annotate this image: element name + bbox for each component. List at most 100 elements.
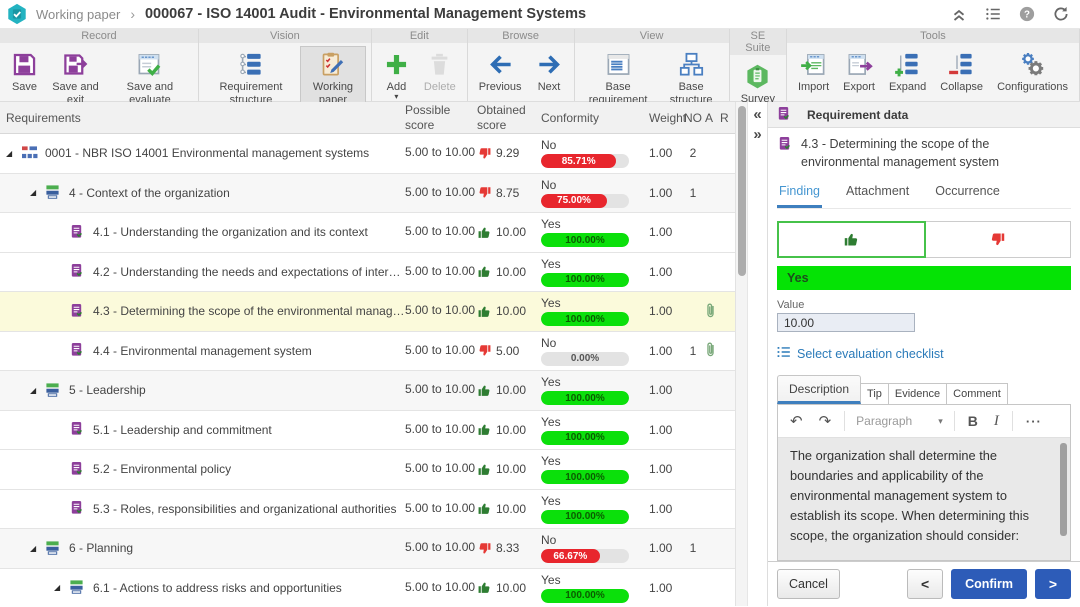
collapse-button[interactable]: Collapse xyxy=(934,46,989,96)
obtained-score-cell: 10.00 xyxy=(496,581,526,595)
table-row[interactable]: ◢ 6.1 - Actions to address risks and opp… xyxy=(0,569,735,607)
editor-tab-comment[interactable]: Comment xyxy=(946,383,1008,404)
button-label: Configurations xyxy=(997,81,1068,94)
table-row[interactable]: 4.4 - Environmental management system 5.… xyxy=(0,332,735,372)
ribbon-toolbar: RecordSaveSave and exitSave and evaluate… xyxy=(0,28,1080,102)
table-row[interactable]: 5.2 - Environmental policy 5.00 to 10.00… xyxy=(0,450,735,490)
editor-scrollbar[interactable] xyxy=(1060,443,1067,536)
thumb-up-icon xyxy=(477,501,492,516)
next-requirement-button[interactable]: > xyxy=(1035,569,1071,599)
save-and-exit-button[interactable]: Save and exit xyxy=(46,46,105,108)
tab-occurrence[interactable]: Occurrence xyxy=(933,180,1002,208)
editor-tab-description[interactable]: Description xyxy=(777,375,861,404)
panel-expand-icon[interactable]: « xyxy=(753,108,761,122)
conformity-cell: Yes 100.00% xyxy=(541,454,649,484)
tree-expander-icon[interactable]: ◢ xyxy=(30,188,45,197)
description-paragraph: a) the external and internal issues refe… xyxy=(790,558,1050,560)
add-button[interactable]: Add▾ xyxy=(377,46,416,102)
conformity-label: Yes xyxy=(541,454,649,468)
configurations-button[interactable]: Configurations xyxy=(991,46,1074,96)
next-button[interactable]: Next xyxy=(530,46,569,96)
conformity-label: Yes xyxy=(541,573,649,587)
breadcrumb[interactable]: Working paper xyxy=(36,7,120,22)
table-row[interactable]: ◢ 4 - Context of the organization 5.00 t… xyxy=(0,174,735,214)
panel-title: Requirement data xyxy=(807,108,908,122)
paperclip-icon[interactable] xyxy=(705,347,716,361)
table-header-row: Requirements Possible score Obtained sco… xyxy=(0,102,735,134)
bold-button[interactable]: B xyxy=(962,411,984,431)
requirement-structure-button[interactable]: Requirement structure xyxy=(204,46,298,108)
tree-expander-icon[interactable]: ◢ xyxy=(54,583,69,592)
redo-icon[interactable]: ↷ xyxy=(813,410,838,432)
base-requirement-button[interactable]: Base requirement xyxy=(580,46,657,108)
no-count-cell: 1 xyxy=(681,186,705,200)
tab-finding[interactable]: Finding xyxy=(777,180,822,208)
ribbon-group-title: Record xyxy=(0,29,198,43)
export-button[interactable]: Export xyxy=(837,46,881,96)
conformity-bar: 100.00% xyxy=(541,312,629,326)
conformity-percent: 66.67% xyxy=(553,551,587,562)
working-paper-button[interactable]: Working paper xyxy=(300,46,366,108)
tab-attachment[interactable]: Attachment xyxy=(844,180,911,208)
checklist-icon xyxy=(777,345,791,362)
possible-score-cell: 5.00 to 10.00 xyxy=(405,185,477,201)
ribbon-group-title: Browse xyxy=(468,29,574,43)
table-row[interactable]: 5.3 - Roles, responsibilities and organi… xyxy=(0,490,735,530)
conformity-label: No xyxy=(541,138,649,152)
thumb-up-button[interactable] xyxy=(777,221,926,258)
conformity-cell: Yes 100.00% xyxy=(541,415,649,445)
select-evaluation-checklist-link[interactable]: Select evaluation checklist xyxy=(777,345,1071,362)
survey-button[interactable]: Survey xyxy=(735,58,781,108)
panel-tabs: Finding Attachment Occurrence xyxy=(777,180,1071,209)
more-tools-icon[interactable]: ··· xyxy=(1020,412,1048,431)
thumb-down-icon xyxy=(477,146,492,161)
editor-tab-evidence[interactable]: Evidence xyxy=(888,383,947,404)
thumb-down-button[interactable] xyxy=(926,221,1072,258)
base-structure-button[interactable]: Base structure xyxy=(659,46,724,108)
survey-icon xyxy=(744,61,771,91)
paragraph-style-dropdown[interactable]: Paragraph▾ xyxy=(852,412,947,430)
undo-icon[interactable]: ↶ xyxy=(784,410,809,432)
value-input[interactable] xyxy=(777,313,915,332)
refresh-icon[interactable] xyxy=(1052,5,1070,23)
conformity-bar: 66.67% xyxy=(541,549,629,563)
config-icon xyxy=(1019,49,1046,79)
conformity-bar: 100.00% xyxy=(541,391,629,405)
panel-collapse-icon[interactable]: » xyxy=(753,128,761,142)
help-icon[interactable]: ? xyxy=(1018,5,1036,23)
save-button[interactable]: Save xyxy=(5,46,44,96)
collapse-toolbar-icon[interactable] xyxy=(950,5,968,23)
table-row[interactable]: 4.2 - Understanding the needs and expect… xyxy=(0,253,735,293)
confirm-button[interactable]: Confirm xyxy=(951,569,1027,599)
table-row[interactable]: 5.1 - Leadership and commitment 5.00 to … xyxy=(0,411,735,451)
conformity-cell: Yes 100.00% xyxy=(541,573,649,603)
paperclip-icon[interactable] xyxy=(705,308,716,322)
description-text[interactable]: The organization shall determine the bou… xyxy=(778,438,1070,560)
table-row[interactable]: 4.1 - Understanding the organization and… xyxy=(0,213,735,253)
cancel-button[interactable]: Cancel xyxy=(777,569,840,599)
table-row[interactable]: ◢ 6 - Planning 5.00 to 10.00 8.33 No 66.… xyxy=(0,529,735,569)
no-count-cell: 1 xyxy=(681,541,705,555)
scrollbar-thumb[interactable] xyxy=(738,106,746,276)
conformity-cell: Yes 100.00% xyxy=(541,257,649,287)
expand-button[interactable]: Expand xyxy=(883,46,932,96)
editor-tab-tip[interactable]: Tip xyxy=(860,383,889,404)
conformity-percent: 100.00% xyxy=(565,393,604,404)
table-row[interactable]: ◢ 5 - Leadership 5.00 to 10.00 10.00 Yes… xyxy=(0,371,735,411)
table-row[interactable]: ◢ 0001 - NBR ISO 14001 Environmental man… xyxy=(0,134,735,174)
previous-requirement-button[interactable]: < xyxy=(907,569,943,599)
section-icon xyxy=(45,382,62,399)
tree-expander-icon[interactable]: ◢ xyxy=(6,149,21,158)
tree-expander-icon[interactable]: ◢ xyxy=(30,386,45,395)
import-button[interactable]: Import xyxy=(792,46,835,96)
thumb-up-icon xyxy=(477,264,492,279)
index-icon[interactable] xyxy=(984,5,1002,23)
requirement-label: 5.3 - Roles, responsibilities and organi… xyxy=(93,502,397,516)
italic-button[interactable]: I xyxy=(988,411,1005,432)
section-icon xyxy=(69,579,86,596)
table-scrollbar[interactable] xyxy=(735,102,747,606)
previous-button[interactable]: Previous xyxy=(473,46,528,96)
tree-expander-icon[interactable]: ◢ xyxy=(30,544,45,553)
requirement-label: 4.4 - Environmental management system xyxy=(93,344,312,358)
table-row[interactable]: 4.3 - Determining the scope of the envir… xyxy=(0,292,735,332)
